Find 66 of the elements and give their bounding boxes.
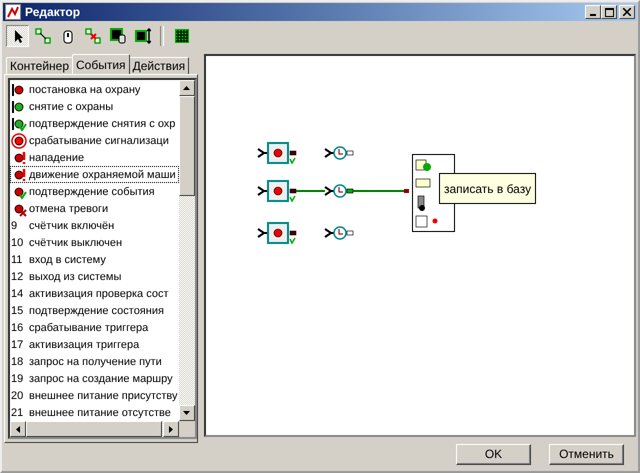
scroll-left-button[interactable] — [10, 421, 26, 437]
list-item[interactable]: отмена тревоги — [10, 200, 179, 217]
unlink-icon — [84, 28, 100, 44]
list-item[interactable]: 17 активизация триггера — [10, 336, 179, 353]
list-item[interactable]: 14 активизация проверка сост — [10, 285, 179, 302]
tooltip: записать в базу — [439, 173, 536, 204]
vertical-scrollbar[interactable] — [178, 80, 195, 421]
list-item[interactable]: 12 выход из системы — [10, 268, 179, 285]
tab[interactable]: События — [72, 54, 130, 74]
list-item[interactable]: движение охраняемой маши — [10, 166, 179, 183]
event-number: 18 — [11, 356, 24, 368]
list-item[interactable]: 19 запрос на создание маршру — [10, 370, 179, 387]
left-arrow-icon — [16, 426, 20, 432]
list-item[interactable]: постановка на охрану — [10, 81, 179, 98]
right-arrow-icon — [168, 426, 173, 432]
maximize-icon — [604, 8, 614, 16]
list-item[interactable]: подтверждение события — [10, 183, 179, 200]
scroll-up-button[interactable] — [178, 80, 195, 96]
list-item[interactable]: срабатывание сигнализаци — [10, 132, 179, 149]
resize-icon — [134, 28, 150, 44]
close-button[interactable] — [619, 5, 635, 19]
list-item[interactable]: 16 срабатывание триггера — [10, 319, 179, 336]
event-number: 11 — [11, 254, 24, 266]
scrollbar-corner — [178, 421, 195, 437]
tab[interactable]: Действия — [128, 57, 190, 74]
list-item[interactable]: 21 внешнее питание отсутстве — [10, 404, 179, 421]
down-arrow-icon — [183, 411, 190, 415]
event-number: 10 — [11, 236, 24, 248]
grid-icon — [174, 28, 190, 44]
cancel-button[interactable]: Отменить — [549, 444, 624, 464]
event-number: 9 — [11, 220, 18, 232]
maximize-button[interactable] — [601, 5, 617, 19]
event-icon — [11, 116, 27, 132]
container-icon — [110, 28, 126, 44]
event-number: 16 — [11, 322, 24, 334]
list-item[interactable]: 9 счётчик включён — [10, 217, 179, 234]
event-number: 12 — [11, 270, 24, 282]
scroll-thumb[interactable] — [26, 421, 162, 437]
up-arrow-icon — [183, 86, 190, 90]
list-item[interactable]: подтверждение снятия с охр — [10, 115, 179, 132]
tab[interactable]: Контейнер — [6, 57, 74, 74]
event-number: 19 — [11, 372, 24, 384]
list-item[interactable]: 15 подтверждение состояния — [10, 302, 179, 319]
list-item[interactable]: снятие с охраны — [10, 98, 179, 115]
app-icon — [5, 4, 21, 20]
minimize-button[interactable] — [585, 5, 601, 19]
close-icon — [623, 8, 631, 16]
event-icon — [11, 132, 27, 148]
list-item[interactable]: 11 вход в систему — [10, 251, 179, 268]
link-icon — [34, 28, 50, 44]
event-number: 17 — [11, 338, 24, 350]
window-title: Редактор — [25, 5, 82, 19]
event-number: 21 — [11, 406, 24, 418]
horizontal-scrollbar[interactable] — [10, 421, 195, 437]
scroll-right-button[interactable] — [162, 421, 179, 437]
event-number: 14 — [11, 288, 24, 300]
ok-button[interactable]: OK — [456, 444, 531, 464]
event-number: 15 — [11, 304, 24, 316]
event-number: 20 — [11, 390, 24, 402]
list-item[interactable]: 10 счётчик выключен — [10, 234, 179, 251]
list-item[interactable]: 18 запрос на получение пути — [10, 353, 179, 370]
pointer-tool-button[interactable] — [6, 25, 29, 47]
list-item[interactable]: нападение — [10, 149, 179, 166]
scroll-thumb[interactable] — [178, 96, 195, 196]
list-item[interactable]: 20 внешнее питание присутству — [10, 387, 179, 404]
scroll-down-button[interactable] — [178, 405, 195, 421]
